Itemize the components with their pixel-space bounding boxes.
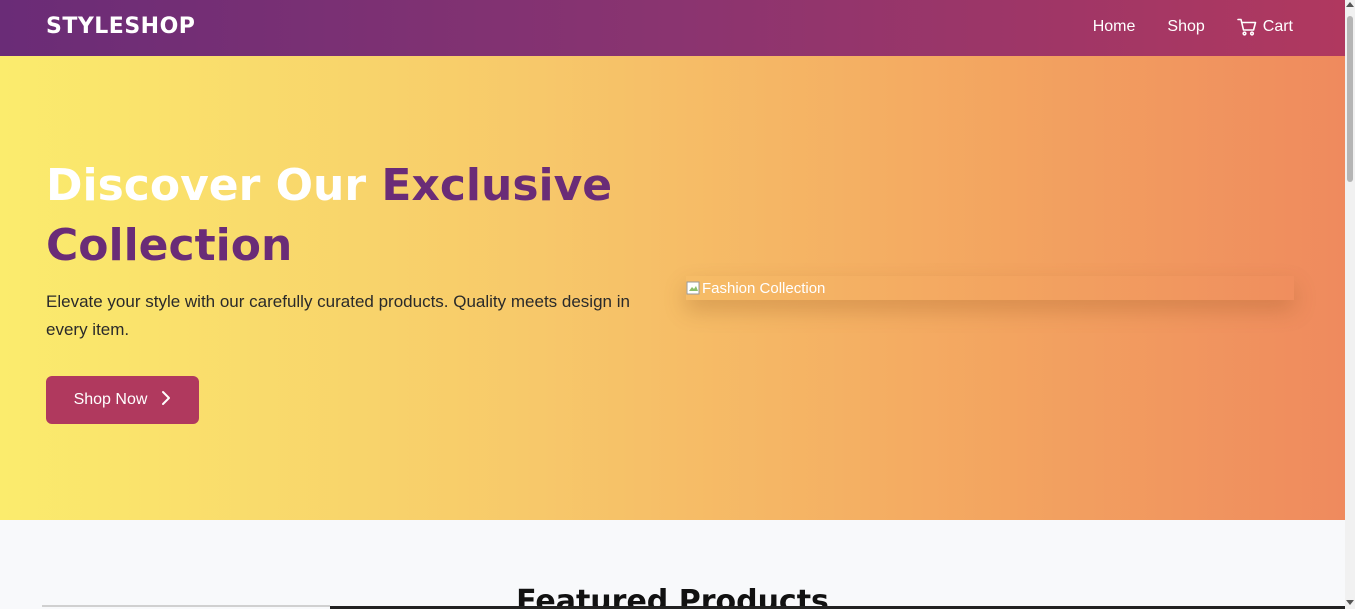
scroll-up-arrow-icon[interactable] xyxy=(1346,2,1354,7)
nav-cart-link[interactable]: Cart xyxy=(1236,18,1293,36)
nav-shop-label: Shop xyxy=(1167,18,1205,35)
vertical-scrollbar[interactable] xyxy=(1345,0,1355,609)
shop-now-label: Shop Now xyxy=(73,391,148,408)
hero-image-alt-text: Fashion Collection xyxy=(702,279,826,297)
shop-now-button[interactable]: Shop Now xyxy=(46,376,199,424)
hero-title-main: Discover Our xyxy=(46,160,382,211)
scrollbar-thumb[interactable] xyxy=(1347,16,1353,182)
nav-shop-link[interactable]: Shop xyxy=(1167,18,1204,36)
navbar: STYLESHOP Home Shop Cart xyxy=(0,0,1345,56)
hero-subtitle: Elevate your style with our carefully cu… xyxy=(46,292,630,339)
brand-logo[interactable]: STYLESHOP xyxy=(46,14,195,39)
broken-image-icon xyxy=(686,281,700,295)
nav-links: Home Shop Cart xyxy=(1093,18,1293,36)
page: STYLESHOP Home Shop Cart Discover Our Ex… xyxy=(0,0,1345,609)
nav-home-label: Home xyxy=(1092,18,1136,35)
hero-image: Fashion Collection xyxy=(686,276,1294,300)
scroll-down-arrow-icon[interactable] xyxy=(1346,600,1354,605)
chevron-right-icon xyxy=(161,390,171,411)
nav-home-link[interactable]: Home xyxy=(1093,18,1136,36)
cart-icon xyxy=(1236,18,1257,36)
hero-section: Discover Our Exclusive Collection Elevat… xyxy=(0,56,1345,520)
hero-title: Discover Our Exclusive Collection xyxy=(46,156,646,276)
nav-cart-label: Cart xyxy=(1262,18,1293,35)
divider xyxy=(42,605,330,607)
featured-section: Featured Products xyxy=(0,520,1345,609)
